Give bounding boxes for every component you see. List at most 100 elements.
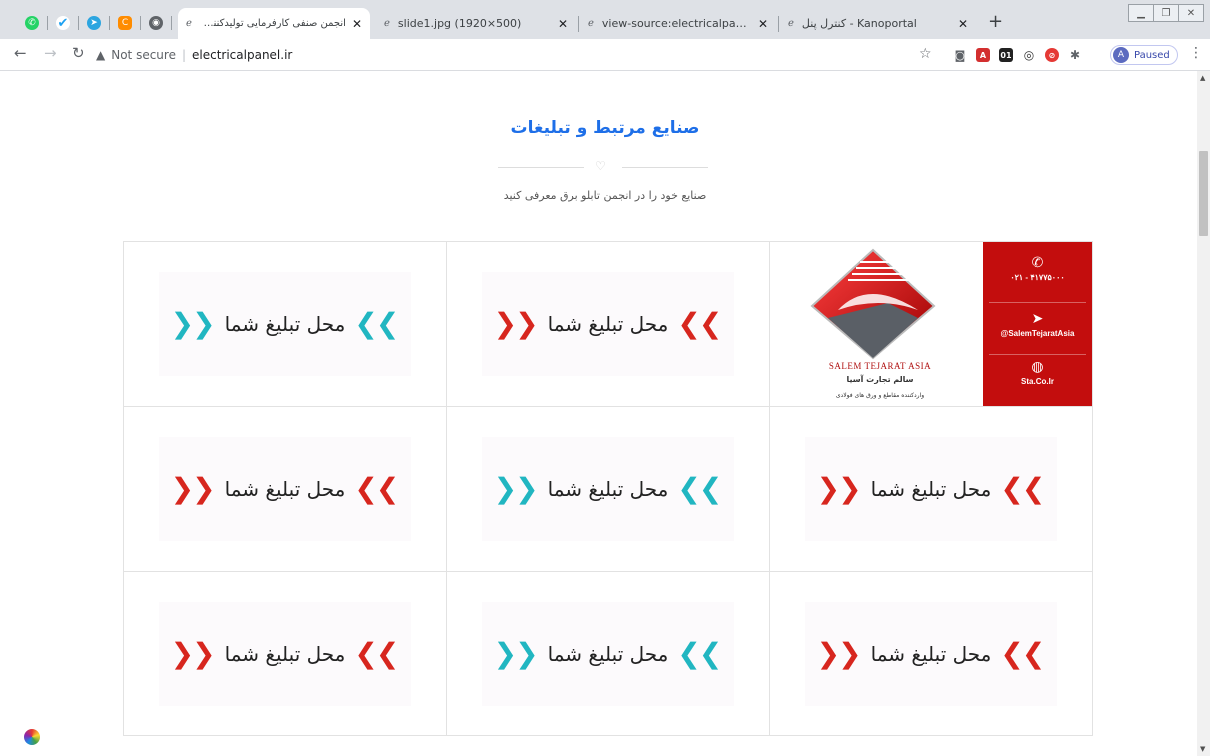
chevron-left-icon: ❮ ❮ — [493, 472, 539, 505]
phone-block: ✆ ۰۲۱ - ۴۱۷۷۵۰۰۰ — [983, 256, 1092, 282]
puzzle-extensions-icon[interactable]: ✱ — [1068, 48, 1082, 62]
section-subtitle: صنایع خود را در انجمن تابلو برق معرفی کن… — [503, 189, 707, 202]
color-wheel-icon[interactable] — [24, 729, 40, 745]
warning-icon[interactable]: ▲ — [96, 48, 105, 62]
tab-slide[interactable]: ℯ slide1.jpg (1920×500) ✕ — [376, 8, 576, 39]
ad-cell[interactable]: ❯ ❯ محل تبلیغ شما ❮ ❮ — [124, 242, 447, 407]
ad-cell[interactable]: ❯ ❯ محل تبلیغ شما ❮ ❮ — [124, 572, 447, 736]
tab-favicon-icon: ℯ — [788, 18, 794, 29]
ad-cell[interactable]: ❯ ❯ محل تبلیغ شما ❮ ❮ — [770, 407, 1092, 572]
chevron-left-icon: ❮ ❮ — [170, 307, 216, 340]
salem-tejarat-ad[interactable]: SALEM TEJARAT ASIA سالم تجارت آسیا واردک… — [770, 242, 1092, 406]
binary-extension-icon[interactable]: 01 — [999, 48, 1013, 62]
chevron-right-icon: ❯ ❯ — [1000, 472, 1046, 505]
section-title: صنایع مرتبط و تبلیغات — [510, 118, 700, 138]
web-page: صنایع مرتبط و تبلیغات ♡ صنایع خود را در … — [0, 71, 1197, 756]
checkmark-icon[interactable]: ✔ — [56, 16, 70, 30]
ad-slot[interactable]: ❯ ❯ محل تبلیغ شما ❮ ❮ — [159, 437, 411, 541]
ad-slot[interactable]: ❯ ❯ محل تبلیغ شما ❮ ❮ — [482, 272, 734, 376]
ad-cell[interactable]: ❯ ❯ محل تبلیغ شما ❮ ❮ — [447, 572, 770, 736]
url-text[interactable]: electricalpanel.ir — [192, 48, 292, 62]
ad-cell[interactable]: ❯ ❯ محل تبلیغ شما ❮ ❮ — [124, 407, 447, 572]
tab-title: slide1.jpg (1920×500) — [397, 17, 522, 30]
ad-slot[interactable]: ❯ ❯ محل تبلیغ شما ❮ ❮ — [482, 602, 734, 706]
chevron-left-icon: ❮ ❮ — [170, 637, 216, 670]
ad-slot[interactable]: ❯ ❯ محل تبلیغ شما ❮ ❮ — [159, 272, 411, 376]
ads-grid: ❯ ❯ محل تبلیغ شما ❮ ❮ ❯ ❯ محل تبلیغ شما ❮ ❮ — [123, 241, 1093, 736]
website-url: Sta.Co.Ir — [1021, 377, 1054, 386]
address-bar[interactable]: ▲ Not secure | electricalpanel.ir — [96, 43, 946, 67]
salem-logo-icon — [810, 248, 936, 360]
tab-title: view-source:electricalpanel.ir — [601, 17, 752, 30]
ad-cell[interactable]: ❯ ❯ محل تبلیغ شما ❮ ❮ — [447, 242, 770, 407]
tab-separator — [47, 16, 48, 30]
chevron-left-icon: ❮ ❮ — [816, 637, 862, 670]
globe-icon[interactable]: ◉ — [149, 16, 163, 30]
reload-icon[interactable]: ↻ — [72, 46, 85, 61]
panel-divider — [989, 302, 1086, 303]
forward-arrow-icon[interactable]: → — [44, 46, 57, 61]
scrollbar-thumb[interactable] — [1199, 151, 1208, 236]
divider-line — [622, 167, 708, 168]
avatar: A — [1113, 47, 1129, 63]
ad-slot[interactable]: ❯ ❯ محل تبلیغ شما ❮ ❮ — [805, 602, 1057, 706]
ad-cell[interactable]: ❯ ❯ محل تبلیغ شما ❮ ❮ — [447, 407, 770, 572]
browser-tab-strip: ✆ ✔ ➤ C ◉ ℯ انجمن صنفی کارفرمایی تولیدکن… — [0, 0, 1210, 39]
block-extension-icon[interactable]: ⊘ — [1045, 48, 1059, 62]
new-tab-button[interactable]: + — [988, 13, 1003, 31]
tab-favicon-icon: ℯ — [186, 18, 192, 29]
featured-ad-cell[interactable]: SALEM TEJARAT ASIA سالم تجارت آسیا واردک… — [770, 242, 1092, 407]
tab-favicon-icon: ℯ — [384, 18, 390, 29]
tab-kanoportal[interactable]: ℯ کنترل پنل - Kanoportal ✕ — [780, 8, 976, 39]
tab-title: انجمن صنفی کارفرمایی تولیدکنندگان تابلوه… — [200, 18, 346, 29]
camera-extension-icon[interactable]: ◙ — [953, 48, 967, 62]
tab-close-icon[interactable]: ✕ — [558, 17, 568, 31]
heart-icon: ♡ — [595, 159, 606, 173]
chevron-right-icon: ❯ ❯ — [354, 637, 400, 670]
chevron-right-icon: ❯ ❯ — [677, 307, 723, 340]
telegram-block: ➤ @SalemTejaratAsia — [983, 312, 1092, 338]
chevron-right-icon: ❯ ❯ — [677, 637, 723, 670]
profile-button[interactable]: A Paused — [1110, 45, 1178, 65]
tab-active[interactable]: ℯ انجمن صنفی کارفرمایی تولیدکنندگان تابل… — [178, 8, 370, 39]
minimize-icon[interactable]: ▁ — [1128, 4, 1154, 22]
kebab-menu-icon[interactable]: ⋮ — [1189, 46, 1203, 60]
chevron-left-icon: ❮ ❮ — [816, 472, 862, 505]
telegram-icon[interactable]: ➤ — [87, 16, 101, 30]
whatsapp-icon[interactable]: ✆ — [25, 16, 39, 30]
tab-separator — [78, 16, 79, 30]
tab-close-icon[interactable]: ✕ — [758, 17, 768, 31]
tab-separator — [778, 16, 779, 32]
ad-slot[interactable]: ❯ ❯ محل تبلیغ شما ❮ ❮ — [482, 437, 734, 541]
tab-view-source[interactable]: ℯ view-source:electricalpanel.ir ✕ — [580, 8, 776, 39]
tab-favicon-icon: ℯ — [588, 18, 594, 29]
pdf-extension-icon[interactable]: A — [976, 48, 990, 62]
tab-separator — [140, 16, 141, 30]
contact-panel: ✆ ۰۲۱ - ۴۱۷۷۵۰۰۰ ➤ @SalemTejaratAsia ◍ S… — [983, 242, 1092, 406]
ad-slot[interactable]: ❯ ❯ محل تبلیغ شما ❮ ❮ — [805, 437, 1057, 541]
sync-extension-icon[interactable]: ◎ — [1022, 48, 1036, 62]
phone-icon: ✆ — [1031, 255, 1044, 271]
ad-slot[interactable]: ❯ ❯ محل تبلیغ شما ❮ ❮ — [159, 602, 411, 706]
security-label[interactable]: Not secure — [111, 48, 176, 62]
ad-slot-text: محل تبلیغ شما — [224, 477, 346, 501]
restore-icon[interactable]: ❐ — [1153, 4, 1179, 22]
tab-close-icon[interactable]: ✕ — [958, 17, 968, 31]
brand-name-en: SALEM TEJARAT ASIA — [828, 361, 932, 371]
divider-line — [498, 167, 584, 168]
back-arrow-icon[interactable]: ← — [14, 46, 27, 61]
window-controls: ▁ ❐ ✕ — [1128, 4, 1204, 22]
scroll-down-icon[interactable]: ▼ — [1200, 745, 1205, 753]
tab-close-icon[interactable]: ✕ — [352, 17, 362, 31]
title-divider: ♡ — [498, 159, 708, 173]
scroll-up-icon[interactable]: ▲ — [1200, 74, 1205, 82]
close-window-icon[interactable]: ✕ — [1178, 4, 1204, 22]
tab-separator — [171, 16, 172, 30]
ad-cell[interactable]: ❯ ❯ محل تبلیغ شما ❮ ❮ — [770, 572, 1092, 736]
page-scrollbar[interactable]: ▲ ▼ — [1197, 71, 1210, 756]
c-logo-icon[interactable]: C — [118, 16, 132, 30]
tab-separator — [578, 16, 579, 32]
panel-divider — [989, 354, 1086, 355]
bookmark-star-icon[interactable]: ☆ — [919, 47, 932, 61]
ad-slot-text: محل تبلیغ شما — [547, 477, 669, 501]
